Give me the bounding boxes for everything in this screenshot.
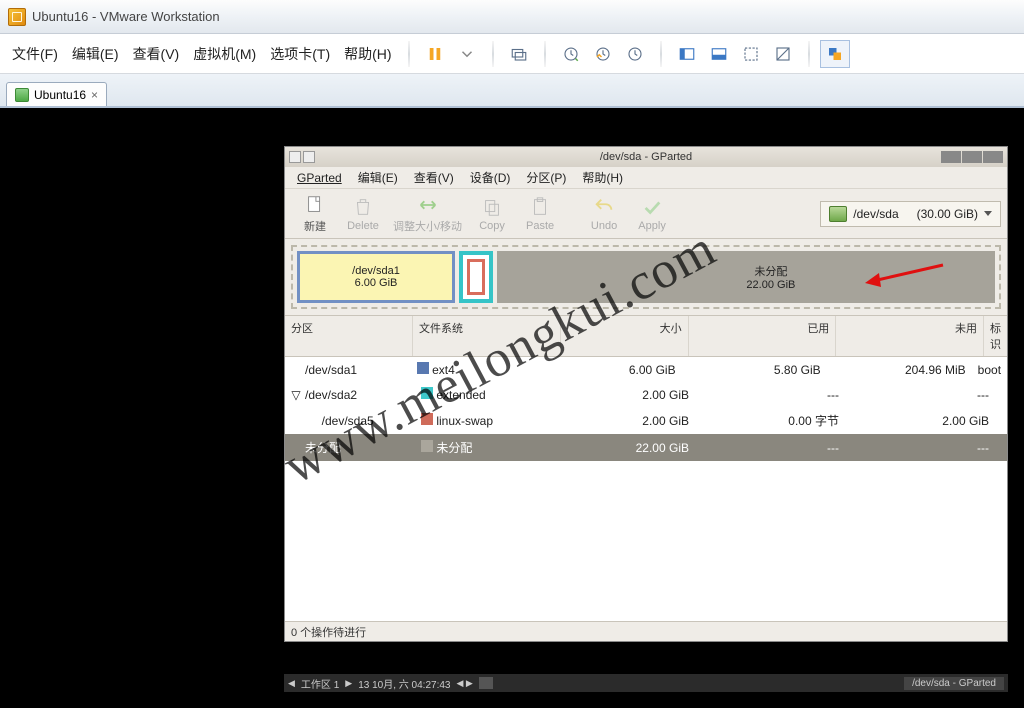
taskbar-task[interactable]: /dev/sda - GParted — [904, 677, 1004, 690]
tb-apply: Apply — [628, 194, 676, 234]
tb-resize: 调整大小/移动 — [387, 192, 468, 236]
undo-icon — [593, 196, 615, 218]
menu-file[interactable]: 文件(F) — [6, 40, 64, 68]
vm-running-icon — [15, 88, 29, 102]
col-partition[interactable]: 分区 — [285, 316, 413, 356]
unity-icon[interactable] — [820, 40, 850, 68]
vm-viewport: /dev/sda - GParted GParted 编辑(E) 查看(V) 设… — [0, 108, 1024, 708]
revert-icon[interactable] — [588, 40, 618, 68]
menu-view[interactable]: 查看(V) — [127, 40, 186, 68]
gp-menu-partition[interactable]: 分区(P) — [520, 167, 572, 188]
dropdown-icon[interactable] — [452, 40, 482, 68]
fit-guest-icon[interactable] — [736, 40, 766, 68]
tab-label: Ubuntu16 — [34, 88, 86, 102]
gparted-menubar: GParted 编辑(E) 查看(V) 设备(D) 分区(P) 帮助(H) — [285, 167, 1007, 189]
menu-vm[interactable]: 虚拟机(M) — [187, 40, 262, 68]
separator — [808, 41, 810, 67]
partition-diagram: /dev/sda1 6.00 GiB 未分配 22.00 GiB — [285, 239, 1007, 315]
table-header: 分区 文件系统 大小 已用 未用 标识 — [285, 316, 1007, 357]
paste-icon — [529, 196, 551, 218]
table-row[interactable]: /dev/sda5 linux-swap2.00 GiB0.00 字节2.00 … — [285, 407, 1007, 434]
gparted-titlebar[interactable]: /dev/sda - GParted — [285, 147, 1007, 167]
gp-menu-view[interactable]: 查看(V) — [408, 167, 460, 188]
fullscreen-off-icon[interactable] — [768, 40, 798, 68]
delete-icon — [352, 196, 374, 218]
table-row[interactable]: /dev/sda1 ext46.00 GiB5.80 GiB204.96 MiB… — [285, 357, 1007, 382]
diagram-unallocated[interactable]: 未分配 22.00 GiB — [497, 251, 995, 303]
table-row[interactable]: 未分配 未分配22.00 GiB------ — [285, 434, 1007, 461]
desktop-taskbar: ◀ 工作区 1 ▶ 13 10月, 六 04:27:43 ◀ ▶ /dev/sd… — [284, 674, 1008, 692]
partition-table: 分区 文件系统 大小 已用 未用 标识 /dev/sda1 ext46.00 G… — [285, 315, 1007, 621]
tb-undo: Undo — [580, 194, 628, 234]
menu-tabs[interactable]: 选项卡(T) — [264, 40, 336, 68]
separator — [492, 41, 494, 67]
diagram-sda1[interactable]: /dev/sda1 6.00 GiB — [297, 251, 455, 303]
annotation-arrow — [865, 263, 945, 296]
maximize-icon[interactable] — [962, 151, 982, 163]
tb-paste: Paste — [516, 194, 564, 234]
new-icon — [304, 194, 326, 216]
gparted-toolbar: 新建 Delete 调整大小/移动 Copy Paste Undo Apply … — [285, 189, 1007, 239]
separator — [660, 41, 662, 67]
vmware-titlebar: Ubuntu16 - VMware Workstation — [0, 0, 1024, 34]
tb-delete: Delete — [339, 194, 387, 234]
table-row[interactable]: ▽/dev/sda2 extended2.00 GiB------ — [285, 382, 1007, 407]
copy-icon — [481, 196, 503, 218]
disk-size: (30.00 GiB) — [917, 207, 978, 221]
window-app-icon — [289, 151, 301, 163]
close-icon[interactable] — [983, 151, 1003, 163]
workspace-label[interactable]: 工作区 1 — [301, 676, 339, 691]
gparted-title-text: /dev/sda - GParted — [600, 151, 692, 163]
separator — [408, 41, 410, 67]
col-size[interactable]: 大小 — [561, 316, 689, 356]
sidebar-icon[interactable] — [672, 40, 702, 68]
minimize-icon[interactable] — [941, 151, 961, 163]
taskbar-clock: 13 10月, 六 04:27:43 — [358, 676, 450, 691]
workspace-next-icon[interactable]: ▶ — [345, 678, 352, 689]
gparted-window: /dev/sda - GParted GParted 编辑(E) 查看(V) 设… — [284, 146, 1008, 642]
vmware-title-text: Ubuntu16 - VMware Workstation — [32, 9, 220, 24]
dropdown-icon — [984, 211, 992, 216]
apply-icon — [641, 196, 663, 218]
manage-snapshots-icon[interactable] — [620, 40, 650, 68]
menu-help[interactable]: 帮助(H) — [338, 40, 397, 68]
gp-menu-help[interactable]: 帮助(H) — [576, 167, 629, 188]
thumbnails-icon[interactable] — [704, 40, 734, 68]
snapshot-icon[interactable] — [556, 40, 586, 68]
col-unused[interactable]: 未用 — [836, 316, 984, 356]
separator — [544, 41, 546, 67]
gparted-statusbar: 0 个操作待进行 — [285, 621, 1007, 641]
col-filesystem[interactable]: 文件系统 — [413, 316, 561, 356]
vmware-menubar: 文件(F) 编辑(E) 查看(V) 虚拟机(M) 选项卡(T) 帮助(H) — [0, 34, 1024, 74]
tab-ubuntu16[interactable]: Ubuntu16 × — [6, 82, 107, 106]
tb-new[interactable]: 新建 — [291, 192, 339, 236]
send-keys-icon[interactable] — [504, 40, 534, 68]
disk-name: /dev/sda — [853, 207, 898, 221]
workspace-prev-icon[interactable]: ◀ — [288, 678, 295, 689]
vmware-icon — [8, 8, 26, 26]
disk-selector[interactable]: /dev/sda (30.00 GiB) — [820, 201, 1001, 227]
gp-menu-gparted[interactable]: GParted — [291, 169, 348, 187]
tb-copy: Copy — [468, 194, 516, 234]
vmware-tab-strip: Ubuntu16 × — [0, 74, 1024, 108]
col-flags[interactable]: 标识 — [984, 316, 1007, 356]
disk-icon — [829, 206, 847, 222]
resize-icon — [417, 194, 439, 216]
col-used[interactable]: 已用 — [689, 316, 837, 356]
taskbar-app-icon[interactable] — [479, 677, 493, 689]
close-tab-icon[interactable]: × — [91, 88, 98, 102]
diagram-sda2[interactable] — [459, 251, 493, 303]
menu-edit[interactable]: 编辑(E) — [66, 40, 125, 68]
pause-icon[interactable] — [420, 40, 450, 68]
window-app-icon2 — [303, 151, 315, 163]
gp-menu-edit[interactable]: 编辑(E) — [352, 167, 404, 188]
gp-menu-device[interactable]: 设备(D) — [464, 167, 517, 188]
